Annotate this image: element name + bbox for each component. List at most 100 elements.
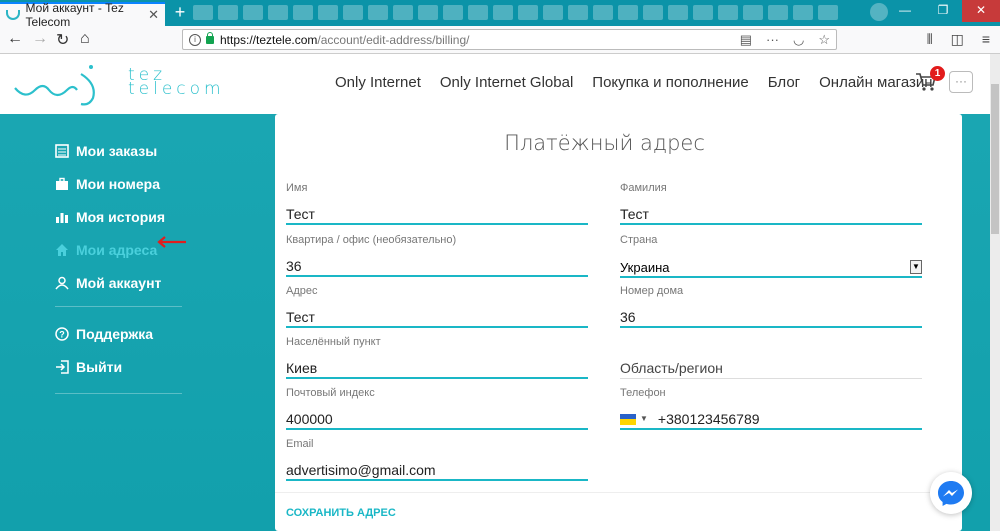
apartment-field: Квартира / офис (необязательно) 36 <box>286 234 588 277</box>
account-sidebar: Мои заказы Мои номера Моя история Мои ад… <box>55 134 185 404</box>
menu-icon[interactable]: ≡ <box>982 31 990 48</box>
browser-tab[interactable] <box>318 5 338 20</box>
browser-tab[interactable] <box>543 5 563 20</box>
browser-tab[interactable] <box>518 5 538 20</box>
sidebar-item-account[interactable]: Мой аккаунт <box>55 266 185 299</box>
sidebar-item-history[interactable]: Моя история <box>55 200 185 233</box>
browser-tab[interactable] <box>593 5 613 20</box>
browser-tab[interactable] <box>293 5 313 20</box>
minimize-icon[interactable]: — <box>886 0 924 22</box>
zip-input[interactable]: 400000 <box>286 410 588 430</box>
phone-label: Телефон <box>620 387 666 399</box>
last-name-input[interactable]: Тест <box>620 205 922 225</box>
browser-tab[interactable] <box>368 5 388 20</box>
home-browser-icon[interactable]: ⌂ <box>80 30 90 48</box>
house-number-label: Номер дома <box>620 285 684 297</box>
lock-icon <box>206 31 214 44</box>
cart-count-badge: 1 <box>930 66 945 81</box>
email-input[interactable]: advertisimo@gmail.com <box>286 461 588 481</box>
country-label: Страна <box>620 234 658 246</box>
browser-tab[interactable] <box>818 5 838 20</box>
browser-tab[interactable] <box>468 5 488 20</box>
new-tab-button[interactable]: + <box>170 2 190 23</box>
first-name-input[interactable]: Тест <box>286 205 588 225</box>
browser-tab[interactable] <box>443 5 463 20</box>
sidebar-item-logout[interactable]: Выйти <box>55 350 185 383</box>
country-select[interactable]: Украина ▼ <box>620 258 922 278</box>
browser-tab[interactable] <box>793 5 813 20</box>
phone-input-wrapper[interactable]: ▼ +380123456789 <box>620 410 922 430</box>
browser-tab[interactable] <box>568 5 588 20</box>
tab-close-icon[interactable]: ✕ <box>148 7 159 23</box>
site-header: tez telecom Only Internet Only Internet … <box>0 54 990 114</box>
browser-tab[interactable] <box>393 5 413 20</box>
browser-tab[interactable] <box>343 5 363 20</box>
ukraine-flag-icon[interactable] <box>620 413 636 425</box>
last-name-label: Фамилия <box>620 182 667 194</box>
forward-icon[interactable]: → <box>32 30 48 48</box>
url-bar[interactable]: i https://teztele.com/account/edit-addre… <box>182 29 837 50</box>
chevron-down-icon[interactable]: ▼ <box>910 260 922 274</box>
nav-only-internet-global[interactable]: Only Internet Global <box>440 74 573 91</box>
page-scrollbar[interactable] <box>990 54 1000 531</box>
reader-view-icon[interactable]: ▤ <box>740 32 752 48</box>
address-label: Адрес <box>286 285 318 297</box>
browser-tab[interactable] <box>718 5 738 20</box>
region-input[interactable]: Область/регион <box>620 359 922 379</box>
window-close-icon[interactable]: ✕ <box>962 0 1000 22</box>
logout-icon <box>56 359 69 374</box>
sidebar-toggle-icon[interactable]: ◫ <box>951 31 964 48</box>
tab-title: Мой аккаунт - Tez Telecom <box>25 1 124 29</box>
url-actions: ▤ ··· ◡ ☆ <box>740 32 830 48</box>
browser-tab-active[interactable]: Мой аккаунт - Tez Telecom ✕ <box>0 1 165 29</box>
browser-tab[interactable] <box>618 5 638 20</box>
messenger-chat-icon[interactable] <box>930 472 972 514</box>
city-input[interactable]: Киев <box>286 359 588 379</box>
browser-tab[interactable] <box>493 5 513 20</box>
save-address-button[interactable]: СОХРАНИТЬ АДРЕС <box>286 507 396 519</box>
browser-tab[interactable] <box>193 5 213 20</box>
browser-tab[interactable] <box>668 5 688 20</box>
caret-down-icon[interactable]: ▼ <box>640 410 648 428</box>
scrollbar-thumb[interactable] <box>991 84 999 234</box>
sidebar-item-numbers[interactable]: Мои номера <box>55 167 185 200</box>
sidebar-item-label: Мой аккаунт <box>76 274 162 291</box>
house-number-input[interactable]: 36 <box>620 308 922 328</box>
browser-tab[interactable] <box>743 5 763 20</box>
browser-tab[interactable] <box>693 5 713 20</box>
nav-only-internet[interactable]: Only Internet <box>335 74 421 91</box>
country-field: Страна Украина ▼ <box>620 234 922 278</box>
apartment-label: Квартира / офис (необязательно) <box>286 234 457 246</box>
house-number-field: Номер дома 36 <box>620 285 922 328</box>
sidebar-item-orders[interactable]: Мои заказы <box>55 134 185 167</box>
browser-tab[interactable] <box>643 5 663 20</box>
svg-text:?: ? <box>59 329 65 339</box>
nav-blog[interactable]: Блог <box>768 74 800 91</box>
user-icon <box>55 276 69 289</box>
logo-line-2: telecom <box>128 79 225 99</box>
browser-tab[interactable] <box>243 5 263 20</box>
sidebar-item-support[interactable]: ? Поддержка <box>55 317 185 350</box>
maximize-icon[interactable]: ❐ <box>924 0 962 22</box>
sidebar-item-label: Мои номера <box>76 175 161 192</box>
library-icon[interactable]: ⫴ <box>927 31 933 48</box>
nav-purchase-topup[interactable]: Покупка и пополнение <box>592 74 748 91</box>
briefcase-icon <box>56 177 68 190</box>
pocket-icon[interactable]: ◡ <box>793 32 804 48</box>
apartment-input[interactable]: 36 <box>286 257 588 277</box>
browser-tab[interactable] <box>218 5 238 20</box>
page-actions-icon[interactable]: ··· <box>766 32 779 48</box>
browser-tab[interactable] <box>768 5 788 20</box>
country-value: Украина <box>620 259 670 275</box>
browser-tab[interactable] <box>418 5 438 20</box>
bookmark-star-icon[interactable]: ☆ <box>818 32 830 48</box>
back-icon[interactable]: ← <box>7 30 23 48</box>
browser-tab[interactable] <box>268 5 288 20</box>
address-input[interactable]: Тест <box>286 308 588 328</box>
help-icon: ? <box>55 326 69 341</box>
reload-icon[interactable]: ↻ <box>56 30 69 50</box>
more-menu-button[interactable]: ··· <box>949 71 973 93</box>
site-info-icon[interactable]: i <box>189 33 201 46</box>
phone-input[interactable]: +380123456789 <box>658 410 760 428</box>
card-divider <box>275 492 934 493</box>
